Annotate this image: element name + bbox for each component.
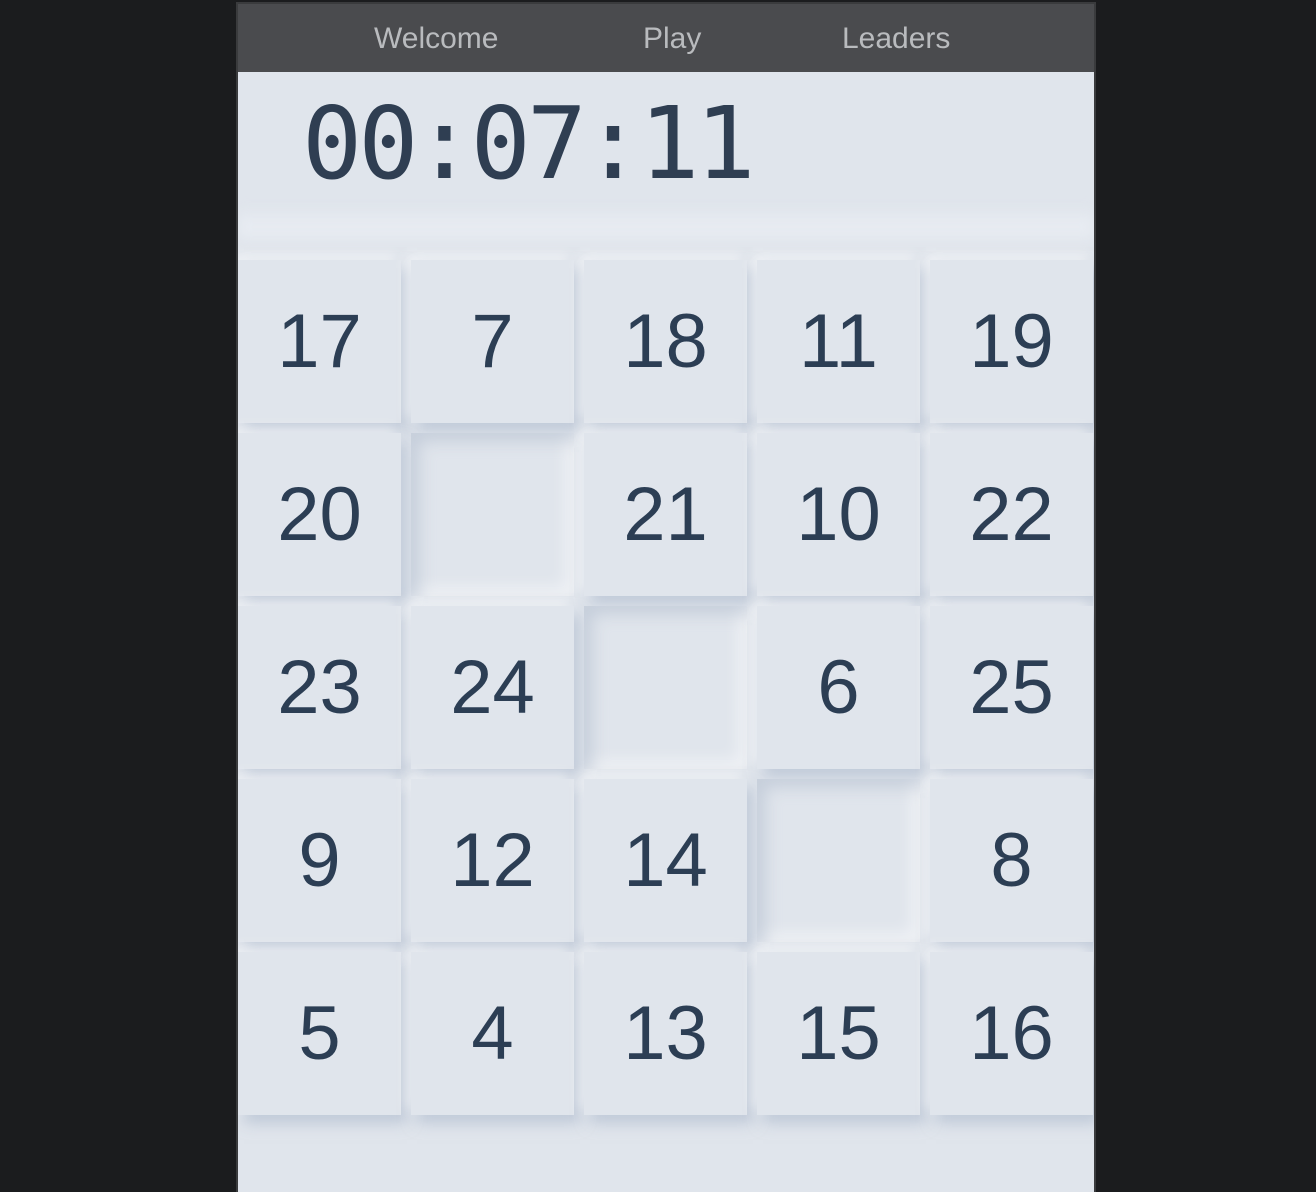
tile-22[interactable]: 22 — [930, 433, 1093, 596]
empty-slot — [757, 779, 920, 942]
tile-8[interactable]: 8 — [930, 779, 1093, 942]
puzzle-board: 17 7 18 11 19 20 21 10 22 23 24 6 25 9 12 14 8 5 4 13 15 16 — [238, 260, 1094, 1130]
nav-leaders[interactable]: Leaders — [842, 4, 950, 72]
tile-9[interactable]: 9 — [238, 779, 401, 942]
tile-17[interactable]: 17 — [238, 260, 401, 423]
tile-19[interactable]: 19 — [930, 260, 1093, 423]
tile-7[interactable]: 7 — [411, 260, 574, 423]
tile-5[interactable]: 5 — [238, 952, 401, 1115]
tile-15[interactable]: 15 — [757, 952, 920, 1115]
top-nav: Welcome Play Leaders — [238, 2, 1094, 72]
game-window: Welcome Play Leaders 00:07:11 17 7 18 11 19 2… — [236, 2, 1096, 1192]
game-timer: 00:07:11 — [302, 85, 756, 202]
tile-20[interactable]: 20 — [238, 433, 401, 596]
tile-24[interactable]: 24 — [411, 606, 574, 769]
divider — [238, 207, 1094, 247]
tile-14[interactable]: 14 — [584, 779, 747, 942]
tile-6[interactable]: 6 — [757, 606, 920, 769]
tile-13[interactable]: 13 — [584, 952, 747, 1115]
empty-slot — [411, 433, 574, 596]
empty-slot — [584, 606, 747, 769]
nav-play[interactable]: Play — [643, 4, 701, 72]
tile-21[interactable]: 21 — [584, 433, 747, 596]
tile-25[interactable]: 25 — [930, 606, 1093, 769]
tile-23[interactable]: 23 — [238, 606, 401, 769]
tile-16[interactable]: 16 — [930, 952, 1093, 1115]
tile-18[interactable]: 18 — [584, 260, 747, 423]
nav-welcome[interactable]: Welcome — [374, 4, 498, 72]
tile-12[interactable]: 12 — [411, 779, 574, 942]
tile-11[interactable]: 11 — [757, 260, 920, 423]
tile-10[interactable]: 10 — [757, 433, 920, 596]
tile-4[interactable]: 4 — [411, 952, 574, 1115]
